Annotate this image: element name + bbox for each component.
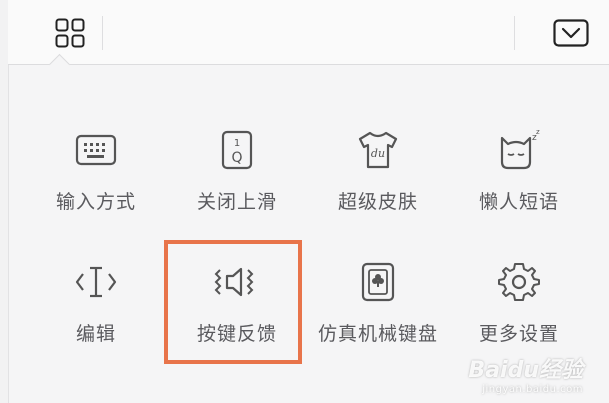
menu-item-mechanical-keyboard[interactable]: 仿真机械键盘 xyxy=(308,258,448,368)
toolbar-divider-left xyxy=(102,16,103,50)
mechanical-key-icon xyxy=(361,262,395,302)
swipe-up-key-icon: 1 Q xyxy=(221,130,253,170)
menu-item-label: 超级皮肤 xyxy=(337,191,418,213)
toolbar-divider-right xyxy=(514,16,515,50)
menu-item-input-method[interactable]: 输入方式 xyxy=(26,126,166,236)
menu-item-lazy-phrases[interactable]: z z 懒人短语 xyxy=(449,126,589,236)
collapse-keyboard-button[interactable] xyxy=(543,10,599,56)
tshirt-skin-icon: du xyxy=(358,131,398,169)
highlight-box xyxy=(164,240,302,364)
menu-item-disable-swipe-up[interactable]: 1 Q 关闭上滑 xyxy=(167,126,307,236)
watermark: Baidu经验 jingyan.baidu.com xyxy=(468,352,583,395)
menu-item-label: 关闭上滑 xyxy=(196,191,277,213)
sleepy-cat-icon: z z xyxy=(500,128,540,170)
menu-item-edit[interactable]: 编辑 xyxy=(26,258,166,368)
grid-icon xyxy=(55,18,85,48)
grid-menu-button[interactable] xyxy=(38,8,102,58)
keyboard-toolbar xyxy=(8,0,609,65)
svg-text:du: du xyxy=(371,147,385,160)
watermark-brand: Baidu经验 xyxy=(468,358,583,383)
svg-text:1: 1 xyxy=(234,138,240,149)
menu-item-super-skin[interactable]: du 超级皮肤 xyxy=(308,126,448,236)
menu-item-label: 更多设置 xyxy=(478,323,559,345)
svg-text:z: z xyxy=(536,128,540,136)
collapse-icon xyxy=(553,19,589,47)
menu-item-label: 编辑 xyxy=(75,323,116,345)
menu-item-label: 懒人短语 xyxy=(478,191,559,213)
watermark-url: jingyan.baidu.com xyxy=(482,384,583,395)
gear-icon xyxy=(498,263,540,301)
svg-text:Q: Q xyxy=(231,150,242,166)
keyboard-icon xyxy=(75,134,117,166)
menu-item-label: 输入方式 xyxy=(55,191,136,213)
menu-item-label: 仿真机械键盘 xyxy=(317,323,438,345)
text-cursor-icon xyxy=(75,266,117,298)
